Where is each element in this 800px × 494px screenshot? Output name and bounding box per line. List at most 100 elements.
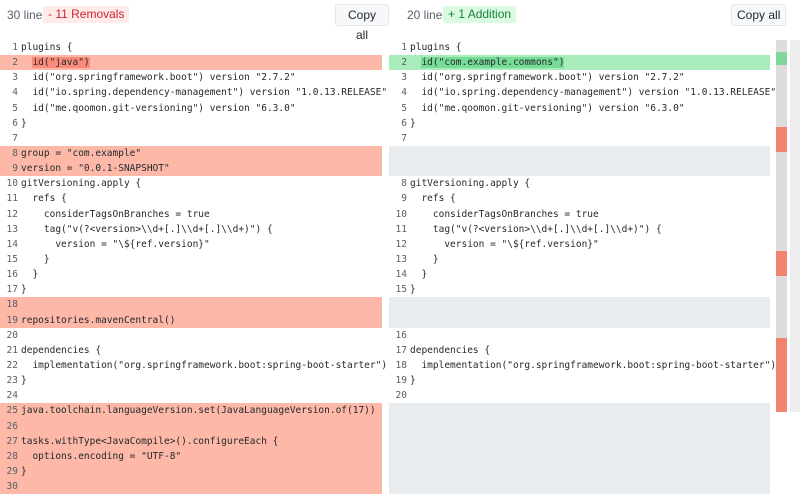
line-number: 19 xyxy=(395,375,407,387)
line-text: version = "\${ref.version}" xyxy=(410,238,599,250)
line-number: 22 xyxy=(6,359,18,371)
left-diff-pane: 30 lines - 11 Removals Copy all 1 plugins… xyxy=(0,0,389,494)
line-text: gitVersioning.apply { xyxy=(21,178,142,190)
right-code-line: 14 } xyxy=(389,267,770,282)
diff-minimap[interactable] xyxy=(776,40,787,412)
line-number: 11 xyxy=(6,193,18,205)
right-code-line: 18 implementation("org.springframework.b… xyxy=(389,358,777,373)
right-code-line: 5 id("me.qoomon.git-versioning") version… xyxy=(389,101,770,116)
line-number: 8 xyxy=(12,147,18,159)
right-code-line: 3 id("org.springframework.boot") version… xyxy=(389,70,770,85)
right-code-line xyxy=(389,145,770,162)
line-number: 11 xyxy=(395,223,407,235)
line-number: 3 xyxy=(12,72,18,84)
line-number: 20 xyxy=(395,390,407,402)
line-number: 21 xyxy=(6,344,18,356)
line-number: 13 xyxy=(6,223,18,235)
line-text: id("me.qoomon.git-versioning") version "… xyxy=(410,102,685,114)
line-number: 5 xyxy=(401,102,407,114)
line-number: 3 xyxy=(401,72,407,84)
line-number: 18 xyxy=(6,299,18,311)
line-text: } xyxy=(21,465,27,477)
line-number: 1 xyxy=(12,42,18,53)
left-code-line: 28 options.encoding = "UTF-8" xyxy=(0,448,382,464)
left-pane-header: 30 lines - 11 Removals Copy all xyxy=(0,0,389,42)
right-code-line: 17 dependencies { xyxy=(389,343,770,358)
line-text: refs { xyxy=(410,193,456,205)
line-text: java.toolchain.languageVersion.set(JavaL… xyxy=(21,405,376,417)
line-number: 6 xyxy=(401,117,407,129)
line-number: 16 xyxy=(395,329,407,341)
right-copy-all-button[interactable]: Copy all xyxy=(731,4,787,26)
line-number: 30 xyxy=(6,481,18,493)
line-number: 17 xyxy=(395,344,407,356)
line-number: 2 xyxy=(401,57,407,69)
minimap-change-marker xyxy=(776,362,787,375)
line-number: 14 xyxy=(6,238,18,250)
line-text: id("java") xyxy=(21,55,90,70)
line-text: dependencies { xyxy=(410,344,491,356)
right-code-line xyxy=(389,403,770,419)
right-code-line: 6} xyxy=(389,116,770,131)
line-text: gitVersioning.apply { xyxy=(410,178,531,190)
changed-token-highlight: id("java") xyxy=(32,57,90,69)
right-code-line: 16 xyxy=(389,328,770,343)
line-number: 20 xyxy=(6,329,18,341)
line-text: } xyxy=(410,269,428,281)
minimap-change-marker xyxy=(776,52,787,65)
line-number: 24 xyxy=(6,390,18,402)
line-number: 9 xyxy=(12,163,18,175)
right-code-view[interactable]: 1 plugins {2 id("com.example.commons") 3 i… xyxy=(389,40,777,494)
line-number: 29 xyxy=(6,465,18,477)
right-code-line: 2 id("com.example.commons") xyxy=(389,55,770,71)
left-code-view[interactable]: 1 plugins {2 id("java") 3 id("org.springfr… xyxy=(0,40,389,494)
line-number: 15 xyxy=(395,284,407,296)
right-code-line: 19} xyxy=(389,373,770,388)
line-text: } xyxy=(21,375,27,387)
line-text: id("io.spring.dependency-management") ve… xyxy=(21,87,388,99)
left-code-line: 7 xyxy=(0,131,389,146)
line-number: 26 xyxy=(6,420,18,432)
line-number: 9 xyxy=(401,193,407,205)
right-diff-pane: 20 lines + 1 Addition Copy all 1 plugins … xyxy=(389,0,800,494)
line-number: 19 xyxy=(6,314,18,326)
line-number: 7 xyxy=(12,132,18,144)
line-number: 7 xyxy=(401,132,407,144)
diff-scrollbar[interactable] xyxy=(772,40,800,412)
minimap-change-marker xyxy=(776,250,787,264)
line-number: 27 xyxy=(6,435,18,447)
left-copy-all-button[interactable]: Copy all xyxy=(335,4,389,42)
line-number: 10 xyxy=(395,208,407,220)
left-code-line: 14 version = "\${ref.version}" xyxy=(0,237,389,252)
line-text: plugins { xyxy=(21,42,73,53)
right-code-line: 7 xyxy=(389,131,770,146)
minimap-change-marker xyxy=(776,350,787,363)
line-text: implementation("org.springframework.boot… xyxy=(410,359,777,371)
line-number: 4 xyxy=(12,87,18,99)
right-code-line xyxy=(389,297,770,313)
line-text: } xyxy=(410,117,416,129)
scrollbar-track[interactable] xyxy=(790,40,800,412)
right-code-line: 15} xyxy=(389,282,770,297)
line-text: version = "0.0.1-SNAPSHOT" xyxy=(21,163,170,175)
line-text: } xyxy=(21,253,50,265)
changed-token-highlight: id("com.example.commons") xyxy=(421,57,565,69)
line-number: 1 xyxy=(401,42,407,53)
left-code-line: 25 java.toolchain.languageVersion.set(Jav… xyxy=(0,403,382,419)
left-code-line: 19 repositories.mavenCentral() xyxy=(0,312,382,328)
left-code-line: 6} xyxy=(0,116,389,131)
line-number: 18 xyxy=(395,359,407,371)
additions-badge: + 1 Addition xyxy=(443,6,517,23)
line-text: tag("v(?<version>\\d+[.]\\d+[.]\\d+)") { xyxy=(410,223,662,235)
line-text: id("com.example.commons") xyxy=(410,55,565,70)
left-code-line: 21 dependencies { xyxy=(0,343,389,358)
left-code-line: 8 group = "com.example" xyxy=(0,145,382,162)
left-code-line: 1 plugins { xyxy=(0,40,389,55)
right-code-line: 8 gitVersioning.apply { xyxy=(389,176,770,191)
line-text: repositories.mavenCentral() xyxy=(21,314,176,326)
line-number: 12 xyxy=(6,208,18,220)
line-text: id("org.springframework.boot") version "… xyxy=(410,72,685,84)
line-text: dependencies { xyxy=(21,344,102,356)
line-text: id("me.qoomon.git-versioning") version "… xyxy=(21,102,296,114)
left-code-line: 13 tag("v(?<version>\\d+[.]\\d+[.]\\d+)"… xyxy=(0,222,389,237)
